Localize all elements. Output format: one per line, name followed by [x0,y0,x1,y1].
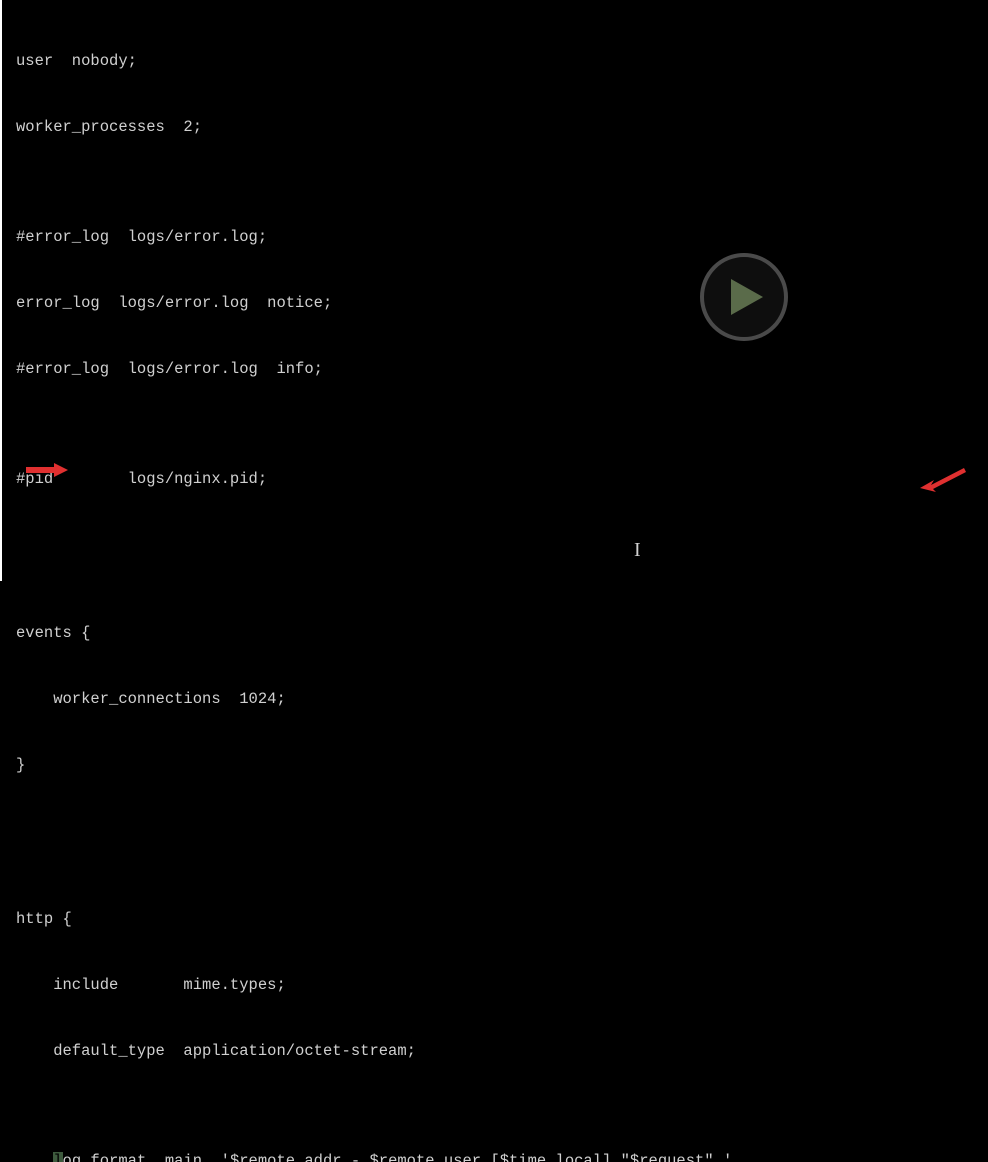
code-line-cursor: log_format main '$remote_addr - $remote_… [16,1150,988,1162]
code-line: user nobody; [16,50,988,72]
annotation-arrow-left [26,461,68,486]
code-line: error_log logs/error.log notice; [16,292,988,314]
code-line: } [16,754,988,776]
play-button[interactable] [700,253,788,341]
code-line: events { [16,622,988,644]
code-line: http { [16,908,988,930]
play-icon [731,279,763,315]
terminal-editor[interactable]: user nobody; worker_processes 2; #error_… [0,0,988,581]
code-line: #error_log logs/error.log; [16,226,988,248]
code-line: include mime.types; [16,974,988,996]
cursor-prefix [16,1152,53,1162]
code-line: worker_processes 2; [16,116,988,138]
cursor-suffix: og_format main '$remote_addr - $remote_u… [63,1152,733,1162]
code-line: #pid logs/nginx.pid; [16,468,988,490]
annotation-arrow-right [918,464,966,499]
text-cursor-icon: I [634,536,641,564]
code-line: worker_connections 1024; [16,688,988,710]
code-line: default_type application/octet-stream; [16,1040,988,1062]
cursor-char: l [53,1152,62,1162]
code-line: #error_log logs/error.log info; [16,358,988,380]
